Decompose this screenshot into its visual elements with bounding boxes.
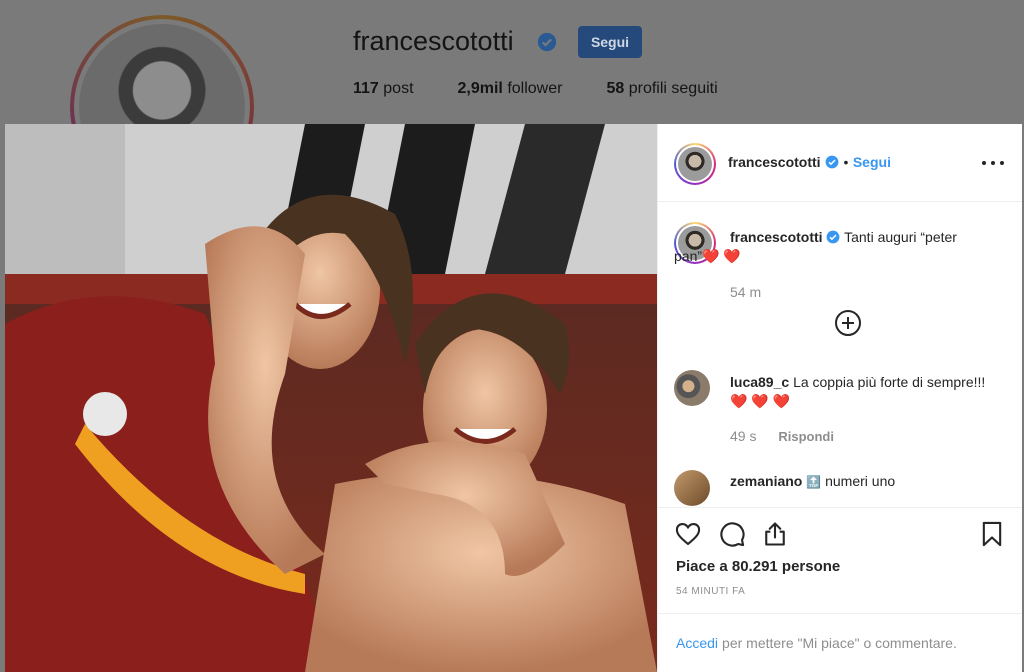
caption-text: francescototti Tanti auguri “peter pan”❤… — [674, 228, 1006, 266]
post-header: francescototti • Segui — [658, 124, 1022, 202]
post-timestamp: 54 MINUTI FA — [676, 586, 746, 597]
bookmark-icon[interactable] — [978, 520, 1006, 548]
action-bar: Piace a 80.291 persone 54 MINUTI FA — [658, 507, 1022, 613]
post-image — [5, 124, 657, 672]
commenter-username[interactable]: luca89_c — [730, 374, 789, 390]
more-options-icon[interactable] — [982, 152, 1004, 174]
add-comment-icon[interactable] — [835, 310, 861, 336]
reply-button[interactable]: Rispondi — [778, 429, 834, 444]
posts-stat: 117 post — [353, 80, 414, 97]
comment-body: numeri uno — [825, 473, 896, 489]
profile-header: francescototti Segui 117 post 2,9mil fol… — [0, 0, 1024, 199]
follow-link[interactable]: Segui — [853, 154, 891, 170]
author-username[interactable]: francescototti — [728, 154, 821, 170]
commenter-username[interactable]: zemaniano — [730, 473, 802, 489]
separator-dot: • — [843, 154, 849, 170]
profile-username[interactable]: francescototti — [353, 26, 514, 57]
comment-text: luca89_c La coppia più forte di sempre!!… — [730, 373, 1006, 411]
verified-icon — [827, 230, 840, 244]
login-link[interactable]: Accedi — [676, 635, 718, 651]
follow-button[interactable]: Segui — [578, 26, 642, 58]
post-photo[interactable] — [5, 124, 657, 672]
comment-text: zemaniano 🔝 numeri uno — [730, 472, 1006, 492]
caption-hearts: ❤️ ❤️ — [702, 248, 741, 264]
login-prompt: Accedi per mettere "Mi piace" o commenta… — [658, 613, 1022, 672]
profile-stats: 117 post 2,9mil follower 58 profili segu… — [353, 80, 718, 98]
commenter-avatar[interactable] — [674, 470, 710, 506]
heart-icon[interactable] — [674, 520, 702, 548]
comment-icon[interactable] — [718, 520, 746, 548]
author-avatar[interactable] — [674, 143, 716, 185]
comment-time: 49 s — [730, 428, 757, 444]
post-panel: francescototti • Segui francescototti Ta… — [657, 124, 1022, 672]
share-icon[interactable] — [761, 520, 789, 548]
login-prompt-text: per mettere "Mi piace" o commentare. — [722, 635, 957, 651]
caption-time: 54 m — [730, 284, 762, 300]
likes-count[interactable]: Piace a 80.291 persone — [676, 558, 840, 575]
comment-body: La coppia più forte di sempre!!! — [793, 374, 986, 390]
comment-hearts: ❤️ ❤️ ❤️ — [730, 393, 791, 409]
commenter-avatar[interactable] — [674, 370, 710, 406]
verified-icon — [537, 32, 557, 52]
verified-icon — [825, 155, 839, 169]
followers-stat[interactable]: 2,9mil follower — [458, 80, 563, 98]
top-badge-icon: 🔝 — [806, 475, 822, 489]
following-stat[interactable]: 58 profili seguiti — [606, 80, 717, 98]
comment-meta: 49 s Rispondi — [730, 427, 834, 446]
caption-username[interactable]: francescototti — [730, 229, 823, 245]
